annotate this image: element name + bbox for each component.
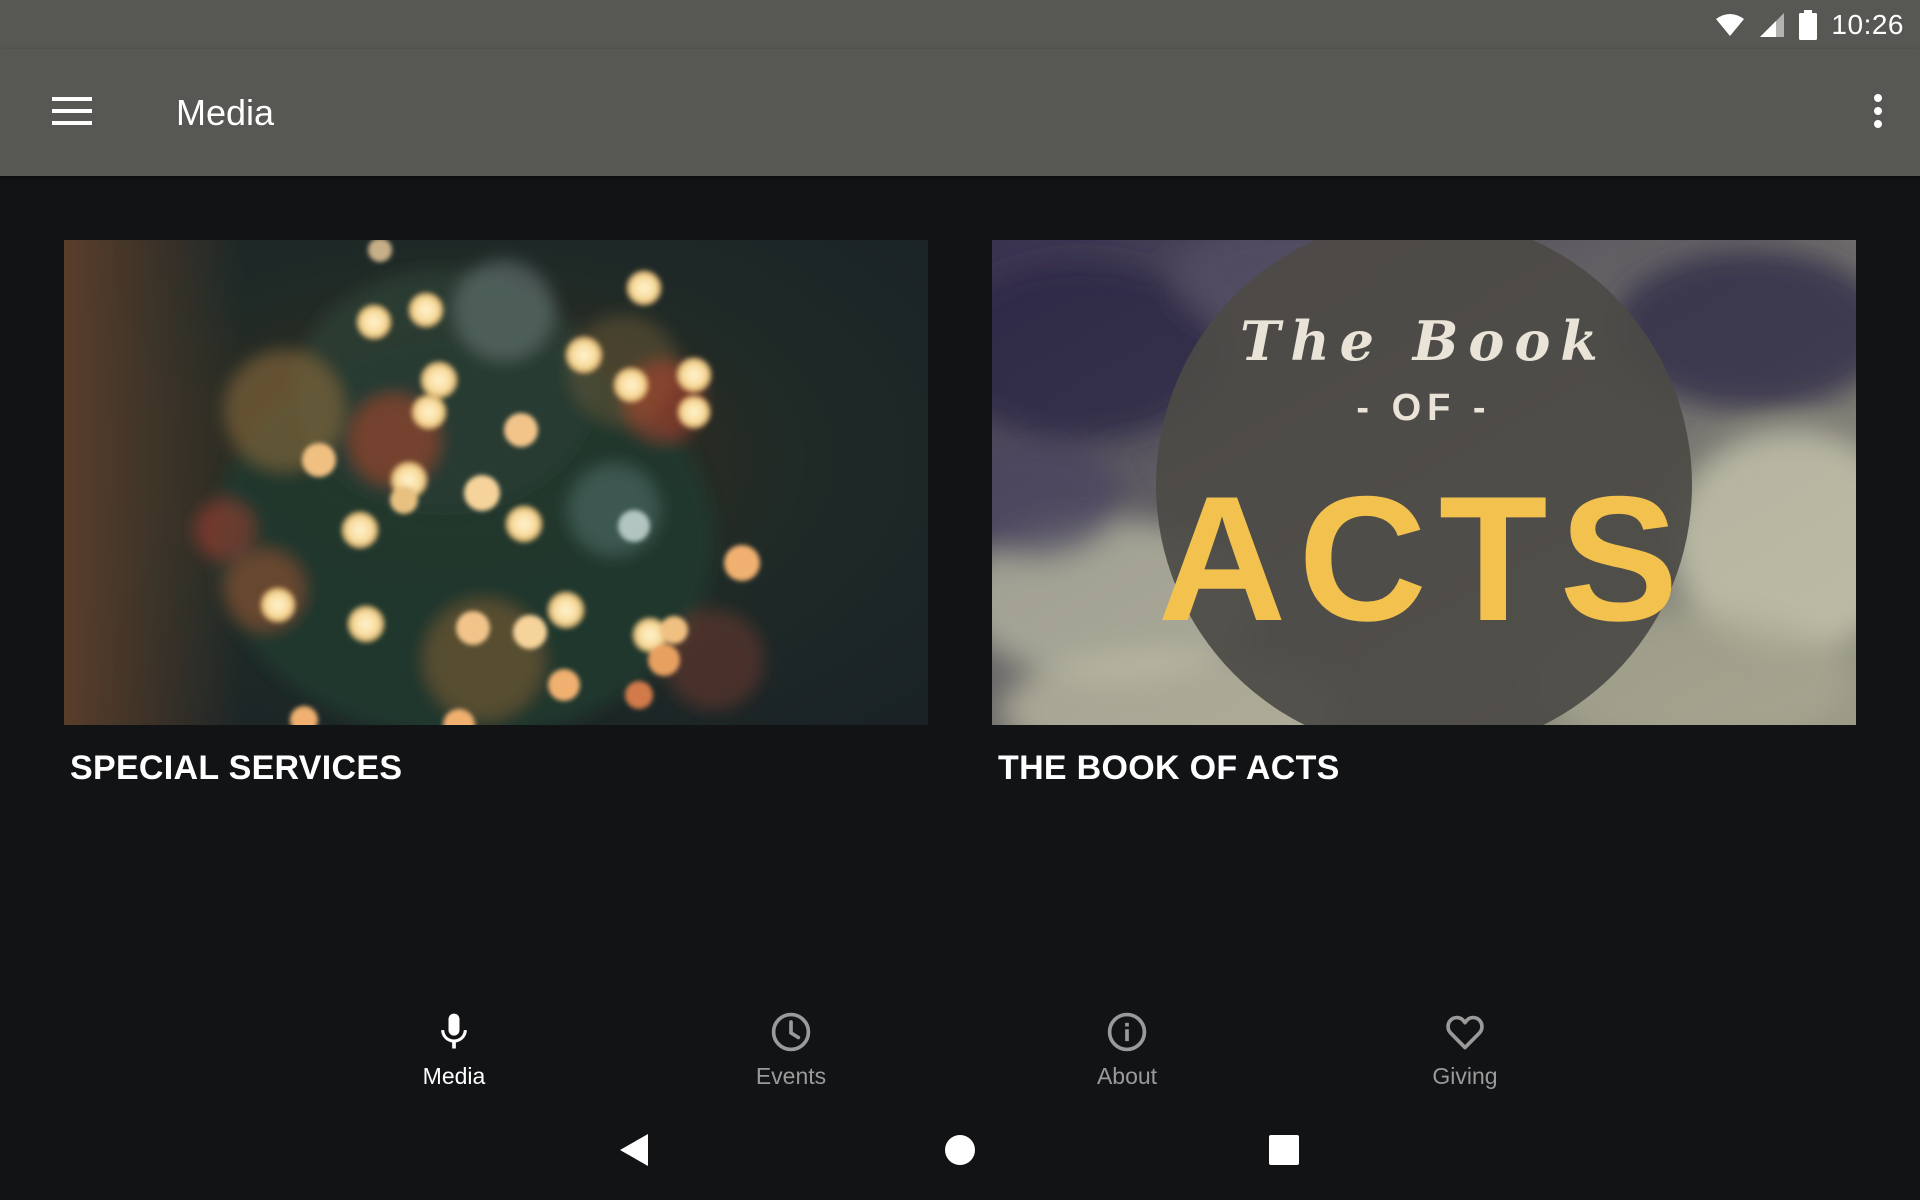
back-icon: [618, 1132, 650, 1173]
book-of-acts-image: The Book - OF - ACTS: [992, 240, 1856, 725]
menu-button[interactable]: [40, 89, 104, 137]
wifi-icon: [1715, 13, 1745, 37]
media-card-title: THE BOOK OF ACTS: [998, 749, 1340, 787]
hamburger-menu-icon: [52, 96, 92, 130]
acts-art-line2: - OF -: [1356, 387, 1491, 429]
more-vert-icon: [1873, 93, 1883, 133]
info-icon: [1105, 1010, 1149, 1059]
system-navigation-bar: [0, 1100, 1920, 1200]
signal-icon: [1759, 12, 1785, 38]
status-bar: 10:26: [0, 0, 1920, 49]
microphone-icon: [432, 1010, 476, 1059]
nav-label-events: Events: [755, 1063, 827, 1089]
recents-icon: [1268, 1134, 1300, 1171]
heart-icon: [1443, 1010, 1487, 1059]
system-home-button[interactable]: [936, 1128, 984, 1176]
acts-art-line3: ACTS: [1158, 459, 1691, 658]
status-time: 10:26: [1831, 8, 1904, 40]
nav-label-about: About: [1096, 1063, 1158, 1089]
media-card-title: SPECIAL SERVICES: [70, 749, 403, 787]
media-grid: SPECIAL SERVICES The Book - OF - ACTS TH…: [0, 176, 1920, 980]
home-icon: [944, 1134, 976, 1171]
nav-item-media[interactable]: Media: [354, 1010, 554, 1100]
battery-icon: [1799, 9, 1818, 40]
nav-label-giving: Giving: [1432, 1063, 1498, 1089]
nav-item-events[interactable]: Events: [691, 1010, 891, 1100]
clock-icon: [769, 1010, 813, 1059]
media-card-special-services[interactable]: SPECIAL SERVICES: [64, 240, 928, 788]
nav-item-about[interactable]: About: [1027, 1010, 1227, 1100]
bottom-navigation: Media Events About Giving: [0, 980, 1920, 1100]
media-card-book-of-acts[interactable]: The Book - OF - ACTS THE BOOK OF ACTS: [992, 240, 1856, 788]
page-title: Media: [176, 92, 275, 133]
more-options-button[interactable]: [1858, 89, 1898, 137]
nav-item-giving[interactable]: Giving: [1365, 1010, 1565, 1100]
system-recents-button[interactable]: [1260, 1128, 1308, 1176]
acts-art-line1: The Book: [1240, 309, 1608, 373]
app-bar: Media: [0, 49, 1920, 176]
system-back-button[interactable]: [610, 1128, 658, 1176]
nav-label-media: Media: [422, 1063, 486, 1089]
christmas-tree-bokeh-image: [64, 240, 928, 725]
